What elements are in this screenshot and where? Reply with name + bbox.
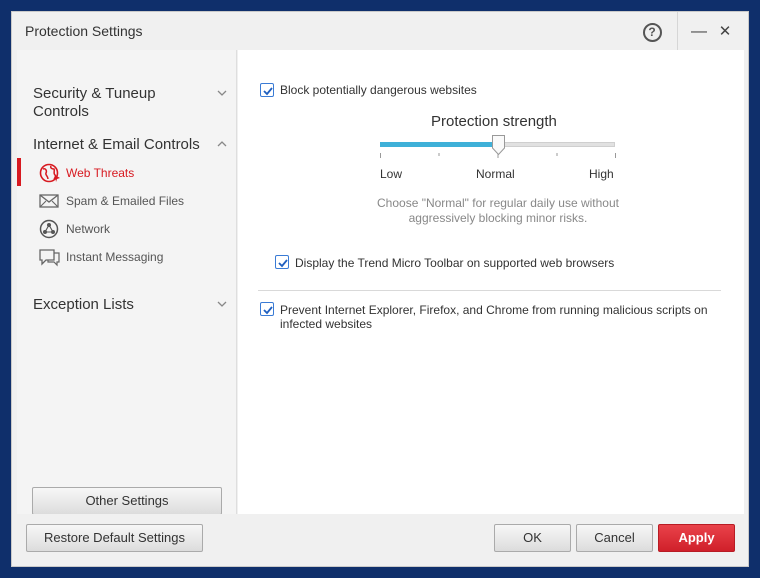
network-icon [39,219,61,239]
protection-slider-fill [380,142,498,147]
section-security-tuneup[interactable]: Security & Tuneup Controls [33,85,193,121]
restore-defaults-button[interactable]: Restore Default Settings [26,524,203,552]
web-threats-panel: Block potentially dangerous websites Pro… [238,50,744,514]
section-internet-email[interactable]: Internet & Email Controls [33,136,200,154]
sidebar-item-network[interactable]: Network [39,218,229,240]
titlebar-divider [677,12,678,50]
sidebar-item-spam[interactable]: Spam & Emailed Files [39,190,229,212]
checkmark-icon [278,259,288,268]
other-settings-button[interactable]: Other Settings [32,487,222,515]
protection-strength-title: Protection strength [431,113,557,130]
window-title: Protection Settings [25,23,143,39]
chevron-up-icon[interactable] [217,138,227,150]
level-normal-label: Normal [476,167,515,181]
section-exception-lists[interactable]: Exception Lists [33,296,134,314]
mail-icon [39,191,61,211]
checkmark-icon [263,87,273,96]
level-low-label: Low [380,167,403,181]
sidebar: Security & Tuneup Controls Internet & Em… [17,50,237,515]
toolbar-checkbox[interactable] [275,255,289,269]
checkmark-icon [263,306,273,315]
help-icon: ? [642,23,662,42]
level-high-label: High [589,167,614,181]
globe-icon [39,163,61,183]
ok-button[interactable]: OK [494,524,571,552]
dialog-footer: Restore Default Settings OK Cancel Apply [12,514,748,566]
protection-slider-thumb[interactable] [491,135,505,156]
cancel-button[interactable]: Cancel [576,524,653,552]
sidebar-item-label: Network [66,222,111,236]
scripts-label: Prevent Internet Explorer, Firefox, and … [280,303,708,331]
section-divider [258,290,721,291]
protection-hint: Choose "Normal" for regular daily use wi… [377,196,619,225]
active-indicator [17,158,21,186]
apply-button[interactable]: Apply [658,524,735,552]
scripts-checkbox[interactable] [260,302,274,316]
help-button[interactable]: ? [640,20,664,44]
chevron-down-icon[interactable] [217,299,227,311]
block-sites-label: Block potentially dangerous websites [280,83,477,97]
toolbar-label: Display the Trend Micro Toolbar on suppo… [295,256,615,270]
close-button[interactable]: ✕ [713,20,737,44]
sidebar-item-instant-messaging[interactable]: Instant Messaging [39,246,229,268]
chat-icon [39,247,61,267]
chevron-down-icon[interactable] [217,88,227,100]
sidebar-item-label: Instant Messaging [66,250,164,264]
sidebar-item-label: Spam & Emailed Files [66,194,185,208]
sidebar-item-web-threats[interactable]: Web Threats [39,162,229,184]
sidebar-item-label: Web Threats [66,166,135,180]
minimize-button[interactable]: — [687,20,711,44]
protection-settings-window: Protection Settings ? — ✕ Security & Tun… [11,11,749,567]
block-sites-checkbox[interactable] [260,83,274,97]
title-bar: Protection Settings ? — ✕ [12,12,748,50]
